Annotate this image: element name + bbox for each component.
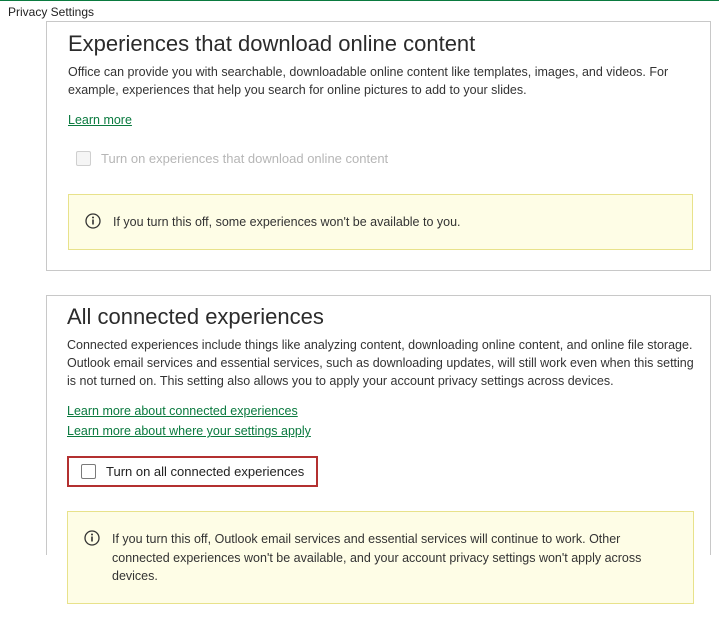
checkbox-icon	[76, 151, 91, 166]
info-icon	[84, 530, 100, 546]
section-heading: All connected experiences	[67, 304, 694, 330]
learn-settings-apply-link[interactable]: Learn more about where your settings app…	[67, 424, 311, 438]
section-download-content: Experiences that download online content…	[46, 21, 711, 271]
notice-text: If you turn this off, some experiences w…	[113, 213, 461, 231]
section-heading: Experiences that download online content	[68, 31, 693, 57]
notice-banner: If you turn this off, Outlook email serv…	[67, 511, 694, 603]
download-content-toggle: Turn on experiences that download online…	[68, 147, 693, 170]
section-all-connected: All connected experiences Connected expe…	[46, 295, 711, 555]
info-icon	[85, 213, 101, 229]
section-desc: Office can provide you with searchable, …	[68, 63, 693, 99]
learn-more-link[interactable]: Learn more	[68, 113, 132, 127]
window-title: Privacy Settings	[0, 1, 719, 21]
checkbox-icon	[81, 464, 96, 479]
checkbox-label: Turn on experiences that download online…	[101, 151, 388, 166]
notice-banner: If you turn this off, some experiences w…	[68, 194, 693, 250]
learn-connected-link[interactable]: Learn more about connected experiences	[67, 404, 298, 418]
section-desc: Connected experiences include things lik…	[67, 336, 694, 390]
all-connected-toggle[interactable]: Turn on all connected experiences	[67, 456, 318, 487]
checkbox-label: Turn on all connected experiences	[106, 464, 304, 479]
notice-text: If you turn this off, Outlook email serv…	[112, 530, 677, 584]
